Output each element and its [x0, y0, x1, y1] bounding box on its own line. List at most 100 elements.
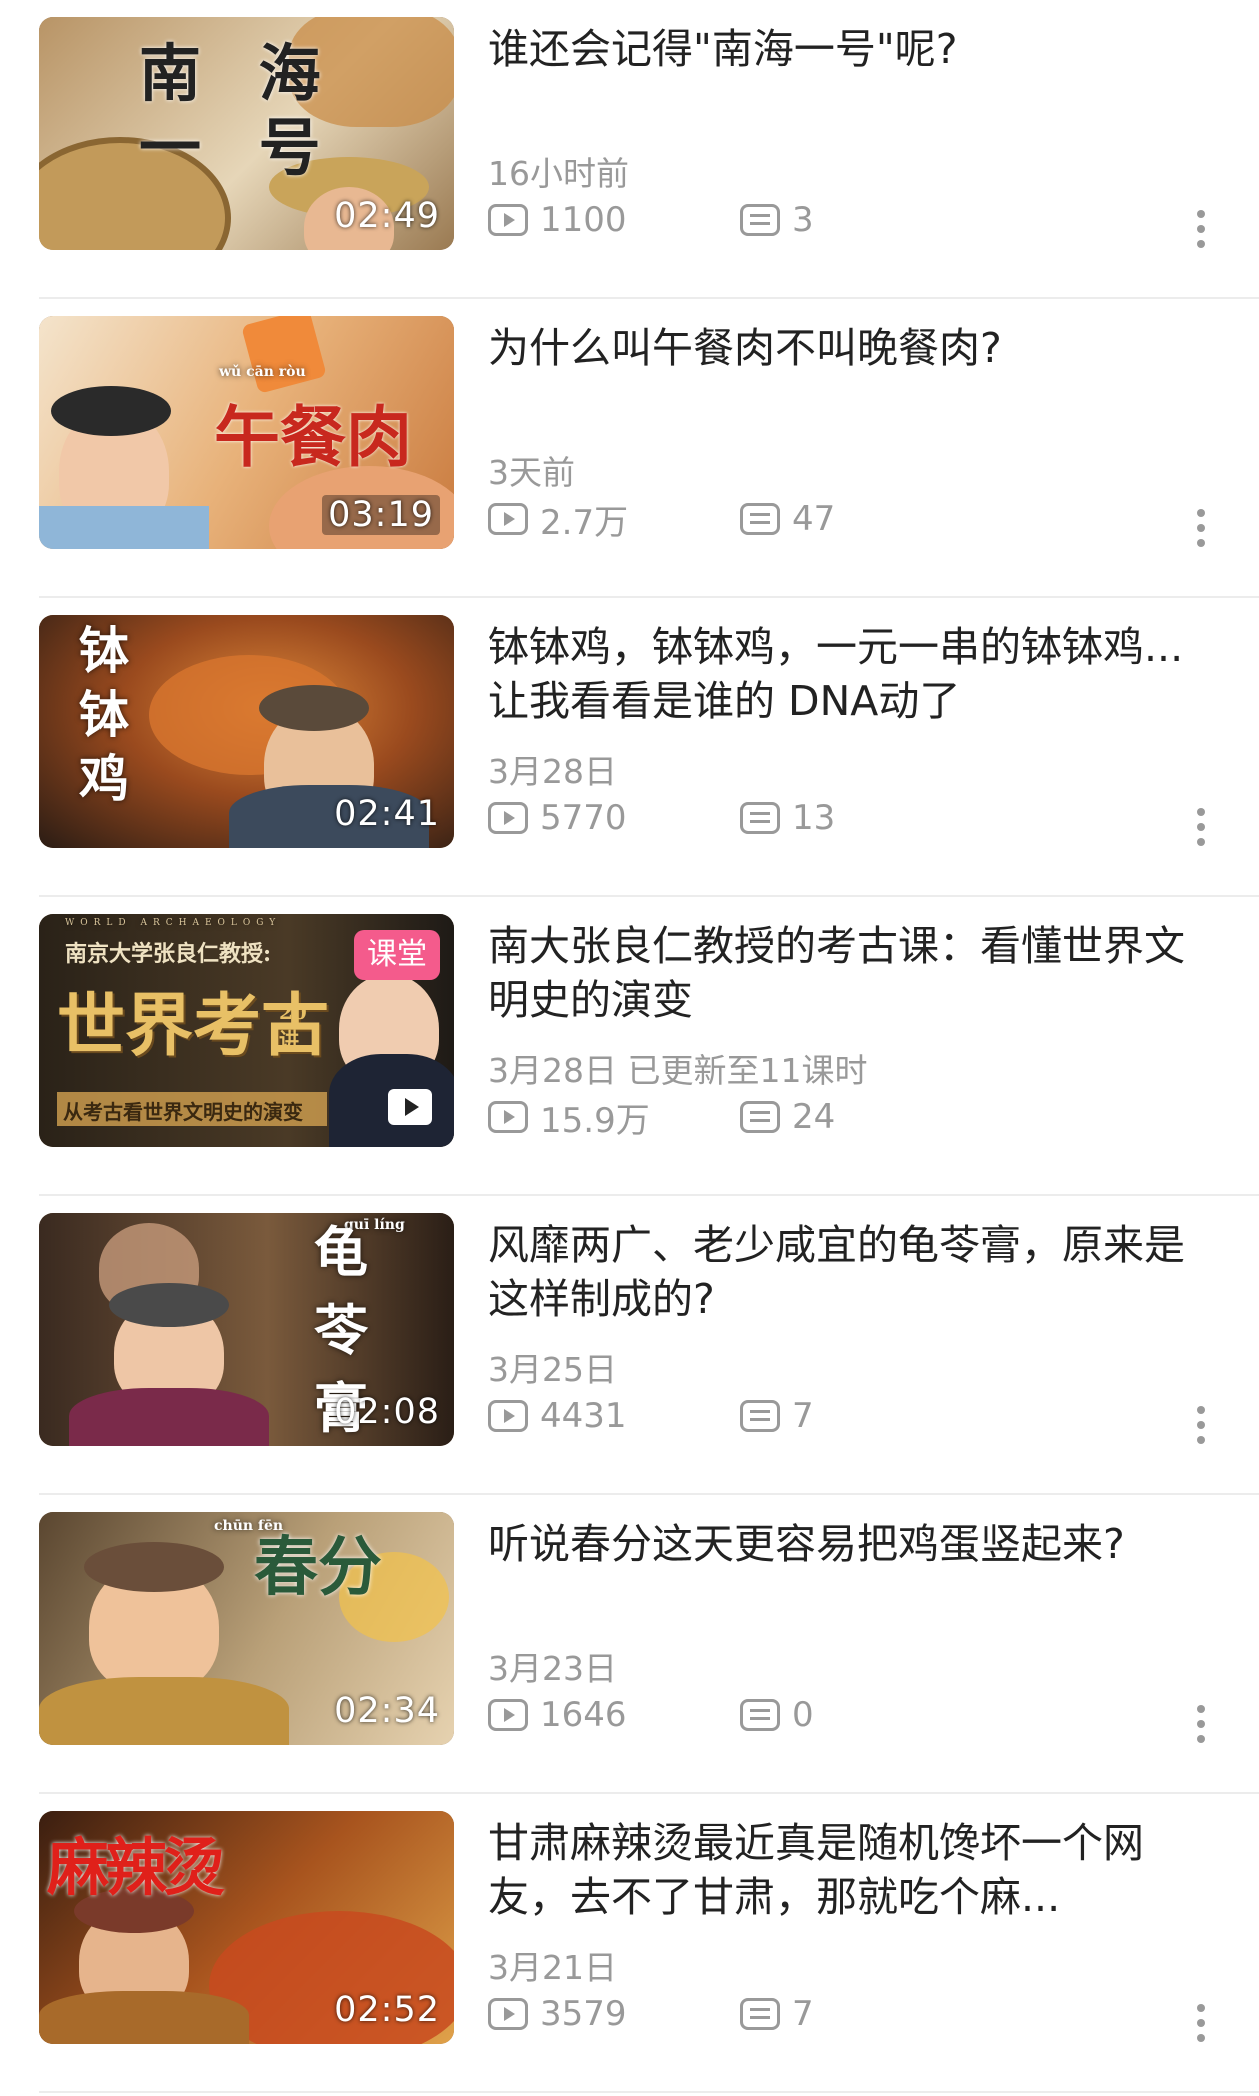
video-thumbnail[interactable]: 麻辣烫 02:52 — [39, 1811, 454, 2044]
thumbnail-title-art: 一 号 — [139, 111, 339, 184]
video-thumbnail[interactable]: wǔ cān ròu 午餐肉 03:19 — [39, 316, 454, 549]
comment-count-value: 24 — [792, 1097, 836, 1137]
more-options-icon[interactable] — [1196, 1705, 1206, 1747]
comment-count-value: 47 — [792, 499, 836, 539]
video-thumbnail[interactable]: chūn fēn 春分 02:34 — [39, 1512, 454, 1745]
video-date: 3月23日 — [488, 1649, 617, 1688]
video-date: 3月28日 — [488, 752, 617, 791]
view-count-value: 1100 — [540, 200, 627, 240]
view-count: 1646 — [488, 1693, 627, 1737]
comment-icon — [740, 204, 780, 236]
comment-icon — [740, 1998, 780, 2030]
divider — [39, 2091, 1259, 2093]
video-item[interactable]: guī líng 龟苓膏 02:08 风靡两广、老少咸宜的龟苓膏，原来是这样制成… — [0, 1196, 1259, 1495]
video-stats: 1100 3 — [488, 198, 1188, 242]
comment-count: 24 — [740, 1095, 835, 1139]
thumbnail-subtitle: 从考古看世界文明史的演变 — [63, 1100, 303, 1124]
video-date: 3月28日 已更新至11课时 — [488, 1051, 868, 1090]
video-title[interactable]: 南大张良仁教授的考古课：看懂世界文明史的演变 — [488, 919, 1188, 1027]
view-count: 1100 — [488, 198, 627, 242]
view-count: 4431 — [488, 1394, 627, 1438]
video-item[interactable]: 南 海 一 号 02:49 谁还会记得"南海一号"呢? 16小时前 1100 3 — [0, 0, 1259, 299]
video-title[interactable]: 为什么叫午餐肉不叫晚餐肉? — [488, 321, 1188, 375]
video-duration: 02:41 — [334, 794, 440, 834]
thumbnail-tag: WORLD ARCHAEOLOGY — [65, 918, 282, 928]
video-item[interactable]: wǔ cān ròu 午餐肉 03:19 为什么叫午餐肉不叫晚餐肉? 3天前 2… — [0, 299, 1259, 598]
comment-count: 7 — [740, 1992, 814, 2036]
comment-count: 0 — [740, 1693, 814, 1737]
video-item[interactable]: 麻辣烫 02:52 甘肃麻辣烫最近真是随机馋坏一个网友，去不了甘肃，那就吃个麻.… — [0, 1794, 1259, 2093]
play-count-icon — [488, 1998, 528, 2030]
view-count-value: 3579 — [540, 1994, 627, 2034]
comment-count: 3 — [740, 198, 814, 242]
comment-count: 13 — [740, 796, 835, 840]
video-thumbnail[interactable]: guī líng 龟苓膏 02:08 — [39, 1213, 454, 1446]
more-options-icon[interactable] — [1196, 210, 1206, 252]
play-count-icon — [488, 1400, 528, 1432]
video-stats: 15.9万 24 — [488, 1095, 1188, 1141]
view-count: 15.9万 — [488, 1095, 650, 1141]
play-count-icon — [488, 1699, 528, 1731]
view-count: 5770 — [488, 796, 627, 840]
comment-count-value: 7 — [792, 1396, 814, 1436]
video-duration: 03:19 — [322, 495, 440, 535]
video-date: 3天前 — [488, 453, 575, 492]
video-duration: 02:52 — [334, 1990, 440, 2030]
video-duration: 02:08 — [334, 1392, 440, 1432]
thumbnail-pinyin: wǔ cān ròu — [219, 364, 306, 380]
comment-count-value: 3 — [792, 200, 814, 240]
comment-icon — [740, 802, 780, 834]
video-date: 3月21日 — [488, 1948, 617, 1987]
video-thumbnail[interactable]: WORLD ARCHAEOLOGY 南京大学张良仁教授: 世界考古 20讲 从考… — [39, 914, 454, 1147]
video-item[interactable]: WORLD ARCHAEOLOGY 南京大学张良仁教授: 世界考古 20讲 从考… — [0, 897, 1259, 1196]
more-options-icon[interactable] — [1196, 2004, 1206, 2046]
view-count: 3579 — [488, 1992, 627, 2036]
view-count: 2.7万 — [488, 497, 629, 543]
play-count-icon — [488, 503, 528, 535]
video-date: 16小时前 — [488, 154, 629, 193]
comment-count-value: 7 — [792, 1994, 814, 2034]
play-count-icon — [488, 204, 528, 236]
video-thumbnail[interactable]: 南 海 一 号 02:49 — [39, 17, 454, 250]
video-title[interactable]: 甘肃麻辣烫最近真是随机馋坏一个网友，去不了甘肃，那就吃个麻... — [488, 1816, 1188, 1924]
video-duration: 02:49 — [334, 196, 440, 236]
comment-icon — [740, 1400, 780, 1432]
course-badge: 课堂 — [354, 930, 440, 980]
playlist-icon — [388, 1089, 432, 1125]
thumbnail-header: 南京大学张良仁教授: — [65, 941, 272, 967]
video-title[interactable]: 听说春分这天更容易把鸡蛋竖起来? — [488, 1517, 1188, 1571]
thumbnail-title-art: 麻辣烫 — [47, 1831, 225, 1904]
more-options-icon[interactable] — [1196, 808, 1206, 850]
comment-count: 7 — [740, 1394, 814, 1438]
video-date: 3月25日 — [488, 1350, 617, 1389]
comment-count-value: 0 — [792, 1695, 814, 1735]
video-stats: 4431 7 — [488, 1394, 1188, 1438]
video-stats: 5770 13 — [488, 796, 1188, 840]
view-count-value: 15.9万 — [540, 1100, 650, 1141]
video-duration: 02:34 — [334, 1691, 440, 1731]
thumbnail-title-art: 午餐肉 — [214, 398, 412, 476]
comment-count: 47 — [740, 497, 835, 541]
video-thumbnail[interactable]: 钵钵鸡 02:41 — [39, 615, 454, 848]
video-item[interactable]: 钵钵鸡 02:41 钵钵鸡，钵钵鸡，一元一串的钵钵鸡...让我看看是谁的 DNA… — [0, 598, 1259, 897]
video-stats: 2.7万 47 — [488, 497, 1188, 543]
thumbnail-title-art: 春分 — [254, 1530, 382, 1605]
comment-count-value: 13 — [792, 798, 836, 838]
video-title[interactable]: 钵钵鸡，钵钵鸡，一元一串的钵钵鸡...让我看看是谁的 DNA动了 — [488, 620, 1188, 728]
view-count-value: 1646 — [540, 1695, 627, 1735]
video-title[interactable]: 谁还会记得"南海一号"呢? — [488, 22, 1188, 76]
video-title[interactable]: 风靡两广、老少咸宜的龟苓膏，原来是这样制成的? — [488, 1218, 1188, 1326]
view-count-value: 5770 — [540, 798, 627, 838]
comment-icon — [740, 1101, 780, 1133]
comment-icon — [740, 1699, 780, 1731]
video-item[interactable]: chūn fēn 春分 02:34 听说春分这天更容易把鸡蛋竖起来? 3月23日… — [0, 1495, 1259, 1794]
more-options-icon[interactable] — [1196, 509, 1206, 551]
thumbnail-count: 20讲 — [279, 1000, 307, 1052]
video-stats: 3579 7 — [488, 1992, 1188, 2036]
more-options-icon[interactable] — [1196, 1406, 1206, 1448]
comment-icon — [740, 503, 780, 535]
view-count-value: 2.7万 — [540, 502, 629, 543]
play-count-icon — [488, 802, 528, 834]
view-count-value: 4431 — [540, 1396, 627, 1436]
video-stats: 1646 0 — [488, 1693, 1188, 1737]
